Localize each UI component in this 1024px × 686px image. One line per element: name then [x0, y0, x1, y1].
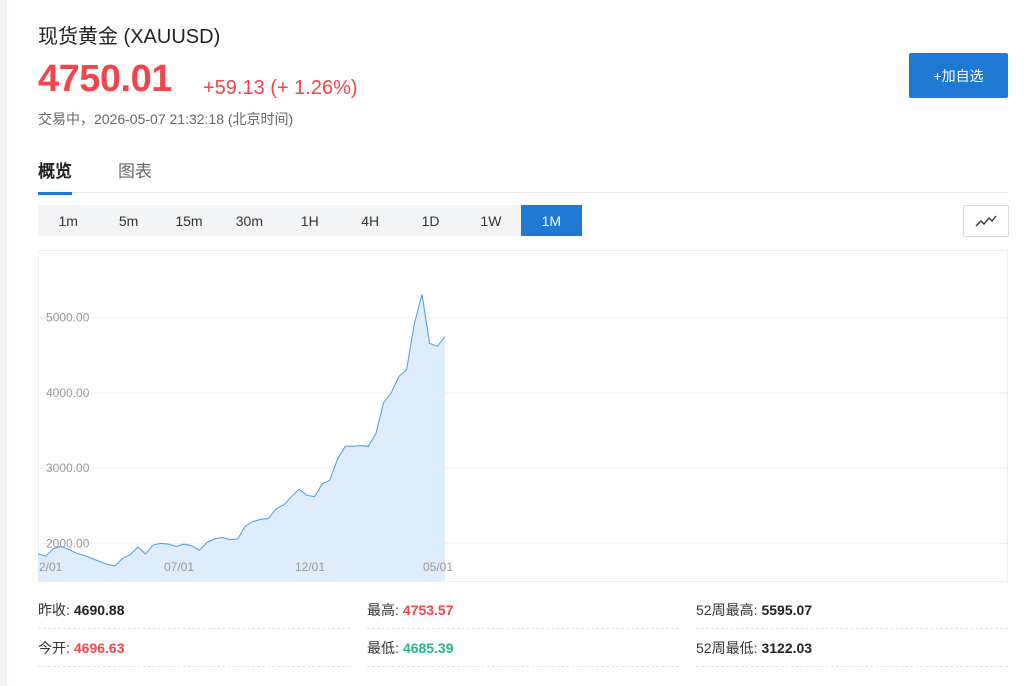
tab-chart[interactable]: 图表 [118, 157, 152, 192]
line-chart-icon [975, 215, 997, 227]
price-change: +59.13 (+ 1.26%) [203, 77, 358, 99]
x-tick-label: 05/01 [423, 560, 453, 574]
x-tick-label: 07/01 [164, 560, 194, 574]
low-value: 4685.39 [402, 640, 454, 656]
wk52-low-value: 3122.03 [761, 640, 813, 656]
x-tick-label: 12/01 [295, 560, 325, 574]
chart-frame [38, 250, 1008, 582]
open-value: 4696.63 [73, 640, 125, 656]
stat-low: 最低: 4685.39 [367, 630, 679, 667]
period-1w[interactable]: 1W [461, 205, 521, 236]
price-chart: 2000.00 3000.00 4000.00 5000.00 2/01 07/01 12… [37, 250, 1008, 582]
wk52-high-value: 5595.07 [761, 602, 813, 618]
y-tick-label: 4000.00 [46, 386, 90, 400]
period-1d[interactable]: 1D [400, 205, 460, 236]
chart-type-button[interactable] [963, 205, 1009, 237]
open-label: 今开: [38, 640, 70, 656]
period-1h[interactable]: 1H [280, 205, 340, 236]
instrument-title: 现货黄金 (XAUUSD) [38, 26, 221, 48]
tab-bar: 概览 图表 [38, 150, 1008, 195]
period-1m[interactable]: 1m [38, 205, 98, 236]
period-15m[interactable]: 15m [159, 205, 219, 236]
add-watchlist-button[interactable]: +加自选 [909, 53, 1008, 98]
y-tick-label: 2000.00 [46, 536, 90, 550]
high-label: 最高: [367, 602, 399, 618]
current-price: 4750.01 [38, 58, 172, 100]
stat-high: 最高: 4753.57 [367, 592, 679, 629]
period-selector: 1m 5m 15m 30m 1H 4H 1D 1W 1M [38, 205, 582, 236]
high-value: 4753.57 [402, 602, 454, 618]
low-label: 最低: [367, 640, 399, 656]
period-1mo[interactable]: 1M [521, 205, 582, 236]
stat-open: 今开: 4696.63 [38, 630, 350, 667]
wk52-low-label: 52周最低: [696, 640, 758, 656]
trading-status: 交易中，2026-05-07 21:32:18 (北京时间) [38, 111, 294, 127]
period-5m[interactable]: 5m [98, 205, 158, 236]
page-left-border [0, 0, 7, 686]
period-4h[interactable]: 4H [340, 205, 400, 236]
stat-52wk-low: 52周最低: 3122.03 [696, 630, 1008, 667]
x-tick-label: 2/01 [39, 560, 63, 574]
stat-prev-close: 昨收: 4690.88 [38, 592, 350, 629]
period-30m[interactable]: 30m [219, 205, 279, 236]
prev-close-value: 4690.88 [73, 602, 125, 618]
tab-overview[interactable]: 概览 [38, 157, 72, 195]
prev-close-label: 昨收: [38, 602, 70, 618]
y-tick-label: 5000.00 [46, 311, 90, 325]
price-area-fill [38, 294, 445, 581]
price-chart-svg: 2000.00 3000.00 4000.00 5000.00 2/01 07/01 12… [37, 250, 1008, 582]
wk52-high-label: 52周最高: [696, 602, 758, 618]
y-tick-label: 3000.00 [46, 461, 90, 475]
stat-52wk-high: 52周最高: 5595.07 [696, 592, 1008, 629]
